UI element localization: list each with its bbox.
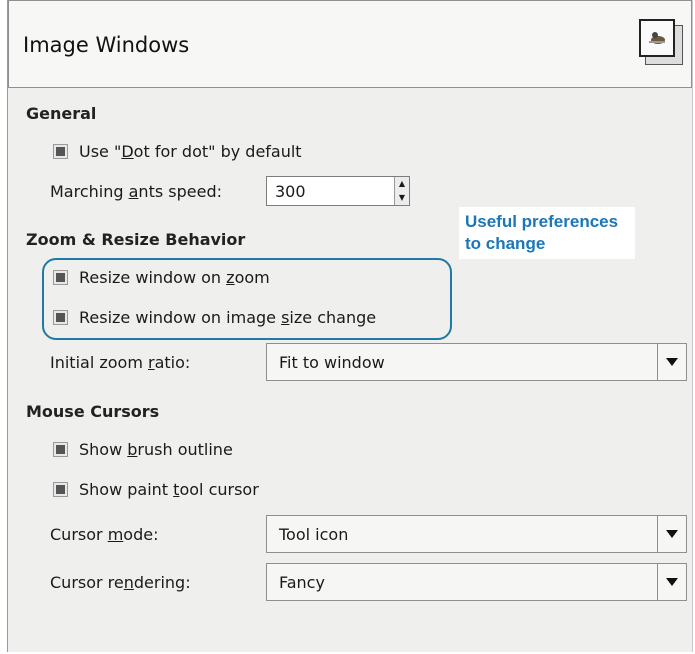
cursor-rendering-label: Cursor rendering:: [50, 573, 191, 592]
dot-for-dot-label: Use "Dot for dot" by default: [79, 142, 302, 161]
initial-zoom-label: Initial zoom ratio:: [50, 353, 191, 372]
image-windows-icon: [639, 19, 683, 65]
ants-speed-value[interactable]: 300: [275, 182, 306, 201]
dropdown-arrow-icon[interactable]: [657, 564, 686, 600]
resize-on-zoom-label: Resize window on zoom: [79, 268, 270, 287]
callout-line-2: to change: [465, 234, 546, 253]
page-header: Image Windows: [8, 0, 692, 88]
cursor-mode-select[interactable]: Tool icon: [266, 515, 687, 553]
callout-line-1: Useful preferences: [465, 212, 619, 231]
checkbox-checked-icon[interactable]: [53, 442, 68, 457]
checkbox-checked-icon[interactable]: [53, 310, 68, 325]
dropdown-arrow-icon[interactable]: [657, 344, 686, 380]
annotation-callout: Useful preferences to change: [459, 207, 635, 259]
spin-buttons[interactable]: ▲ ▼: [394, 177, 409, 205]
section-general-title: General: [26, 104, 97, 123]
paint-tool-cursor-label: Show paint tool cursor: [79, 480, 259, 499]
spin-up-icon[interactable]: ▲: [395, 177, 409, 191]
dot-for-dot-checkbox[interactable]: Use "Dot for dot" by default: [53, 142, 302, 161]
cursor-mode-label: Cursor mode:: [50, 525, 159, 544]
checkbox-checked-icon[interactable]: [53, 482, 68, 497]
checkbox-checked-icon[interactable]: [53, 270, 68, 285]
checkbox-checked-icon[interactable]: [53, 144, 68, 159]
section-zoom-title: Zoom & Resize Behavior: [26, 230, 246, 249]
cursor-rendering-select[interactable]: Fancy: [266, 563, 687, 601]
resize-on-size-label: Resize window on image size change: [79, 308, 377, 327]
cursor-mode-value[interactable]: Tool icon: [279, 525, 348, 544]
section-mouse-title: Mouse Cursors: [26, 402, 160, 421]
brush-outline-label: Show brush outline: [79, 440, 233, 459]
preferences-panel: Image Windows General Use "Dot for dot" …: [7, 0, 693, 652]
spin-down-icon[interactable]: ▼: [395, 191, 409, 205]
initial-zoom-value[interactable]: Fit to window: [279, 353, 385, 372]
page-title: Image Windows: [23, 33, 190, 57]
resize-on-size-checkbox[interactable]: Resize window on image size change: [53, 308, 377, 327]
brush-outline-checkbox[interactable]: Show brush outline: [53, 440, 233, 459]
ants-speed-spinbox[interactable]: 300 ▲ ▼: [266, 176, 410, 206]
dropdown-arrow-icon[interactable]: [657, 516, 686, 552]
cursor-rendering-value[interactable]: Fancy: [279, 573, 325, 592]
resize-on-zoom-checkbox[interactable]: Resize window on zoom: [53, 268, 270, 287]
initial-zoom-select[interactable]: Fit to window: [266, 343, 687, 381]
paint-tool-cursor-checkbox[interactable]: Show paint tool cursor: [53, 480, 259, 499]
ants-speed-label: Marching ants speed:: [50, 182, 222, 201]
